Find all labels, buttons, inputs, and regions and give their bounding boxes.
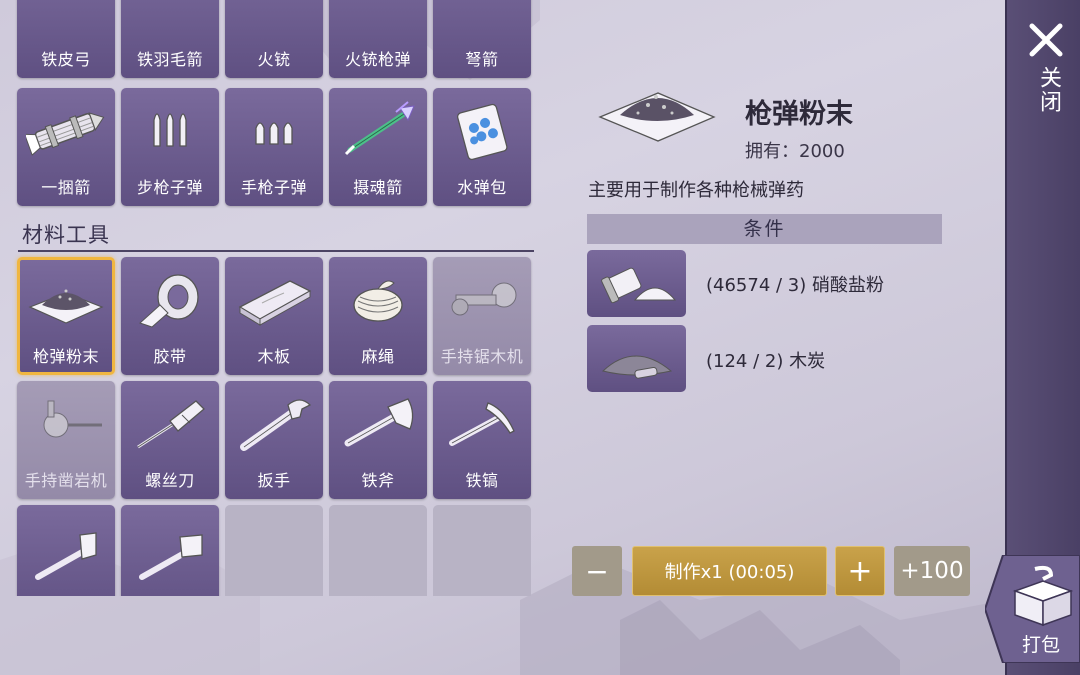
tile-label: 胶带 — [153, 347, 187, 366]
tile-soul-arrow[interactable]: 摄魂箭 — [329, 88, 427, 206]
tile-crossbow-bolt[interactable]: 弩箭 — [433, 0, 531, 78]
tile-empty — [433, 505, 531, 596]
tile-label: 一捆箭 — [41, 178, 91, 197]
tile-label: 火铳枪弹 — [344, 50, 411, 69]
tile-screwdriver[interactable]: 螺丝刀 — [121, 381, 219, 499]
rock-drill-icon — [43, 400, 102, 438]
tile-chainsaw[interactable]: 手持锯木机 — [433, 257, 531, 375]
item-name: 枪弹粉末 — [745, 99, 853, 130]
tile-label: 木板 — [257, 347, 291, 366]
wrench-icon — [240, 399, 312, 451]
craft-button[interactable]: 制作x1 (00:05) — [632, 546, 827, 596]
selected-item-icon — [598, 92, 716, 142]
tile-label: 手持凿岩机 — [24, 471, 108, 490]
tile-empty — [225, 505, 323, 596]
hammer-icon — [139, 534, 203, 580]
water-bomb-pack-icon — [456, 103, 508, 161]
wood-plank-icon — [238, 280, 312, 326]
requirement-nitrate: (46574 / 3) 硝酸盐粉 — [706, 275, 884, 296]
tile-label: 水弹包 — [457, 178, 507, 197]
tile-musket[interactable]: 火铳 — [225, 0, 323, 78]
gunpowder-icon — [28, 289, 104, 324]
rifle-bullets-icon — [153, 113, 187, 147]
tile-label: 步枪子弹 — [136, 178, 203, 197]
tile-hemp-rope[interactable]: 麻绳 — [329, 257, 427, 375]
item-description: 主要用于制作各种枪械弹药 — [588, 180, 804, 201]
tile-label: 铁镐 — [465, 471, 499, 490]
close-label[interactable]: 关闭 — [1031, 66, 1061, 114]
tile-iron-pickaxe[interactable]: 铁镐 — [433, 381, 531, 499]
iron-pickaxe-icon — [449, 402, 515, 446]
tile-gunpowder[interactable]: 枪弹粉末 — [17, 257, 115, 375]
tile-label: 弩箭 — [465, 50, 499, 69]
tile-iron-feather-arrow[interactable]: 铁羽毛箭 — [121, 0, 219, 78]
decrease-quantity-button[interactable]: − — [572, 546, 622, 596]
tile-label: 摄魂箭 — [353, 178, 403, 197]
requirement-icon-box — [587, 325, 686, 392]
tile-label: 铁斧 — [361, 471, 395, 490]
close-icon[interactable] — [1026, 20, 1066, 60]
tile-tape[interactable]: 胶带 — [121, 257, 219, 375]
section-title-materials: 材料工具 — [22, 223, 110, 247]
screwdriver-icon — [137, 400, 205, 449]
section-divider — [18, 250, 534, 252]
tile-label: 扳手 — [257, 471, 291, 490]
pistol-bullets-icon — [255, 122, 293, 145]
tile-rock-drill[interactable]: 手持凿岩机 — [17, 381, 115, 499]
tile-wood-plank[interactable]: 木板 — [225, 257, 323, 375]
tile-rifle-bullets[interactable]: 步枪子弹 — [121, 88, 219, 206]
chainsaw-icon — [451, 282, 517, 316]
charcoal-icon — [601, 355, 673, 379]
hatchet-icon — [35, 532, 97, 580]
tape-icon — [139, 274, 199, 328]
tile-label: 枪弹粉末 — [32, 347, 99, 366]
tile-musket-ammo[interactable]: 火铳枪弹 — [329, 0, 427, 78]
tile-empty — [329, 505, 427, 596]
tile-label: 铁羽毛箭 — [136, 50, 203, 69]
tile-iron-axe[interactable]: 铁斧 — [329, 381, 427, 499]
add-100-button[interactable]: +100 — [894, 546, 970, 596]
tile-pistol-bullets[interactable]: 手枪子弹 — [225, 88, 323, 206]
soul-arrow-icon — [344, 101, 415, 156]
tile-label: 麻绳 — [361, 347, 395, 366]
tile-label: 火铳 — [257, 50, 291, 69]
hemp-rope-icon — [353, 280, 403, 322]
tile-label: 铁皮弓 — [41, 50, 91, 69]
tile-arrow-bundle[interactable]: 一捆箭 — [17, 88, 115, 206]
tile-wrench[interactable]: 扳手 — [225, 381, 323, 499]
iron-axe-icon — [344, 398, 414, 447]
tile-label: 手持锯木机 — [440, 347, 524, 366]
tile-tool-hatchet[interactable] — [17, 505, 115, 596]
requirement-icon-box — [587, 250, 686, 317]
tile-tool-hammer[interactable] — [121, 505, 219, 596]
item-grid: 铁皮弓 铁羽毛箭 火铳 火铳枪弹 弩箭 一捆箭 步枪子弹 手枪子弹 摄魂箭 水弹… — [0, 0, 545, 596]
requirement-charcoal: (124 / 2) 木炭 — [706, 351, 826, 372]
item-owned-count: 拥有：2000 — [745, 141, 845, 162]
tile-label: 手枪子弹 — [240, 178, 307, 197]
nitrate-powder-icon — [601, 267, 677, 304]
tile-iron-bow[interactable]: 铁皮弓 — [17, 0, 115, 78]
increase-quantity-button[interactable]: + — [835, 546, 885, 596]
conditions-header: 条件 — [587, 214, 942, 244]
arrow-bundle-icon — [26, 112, 105, 156]
pack-label[interactable]: 打包 — [1022, 630, 1060, 657]
tile-water-bomb-pack[interactable]: 水弹包 — [433, 88, 531, 206]
tile-label: 螺丝刀 — [145, 471, 195, 490]
